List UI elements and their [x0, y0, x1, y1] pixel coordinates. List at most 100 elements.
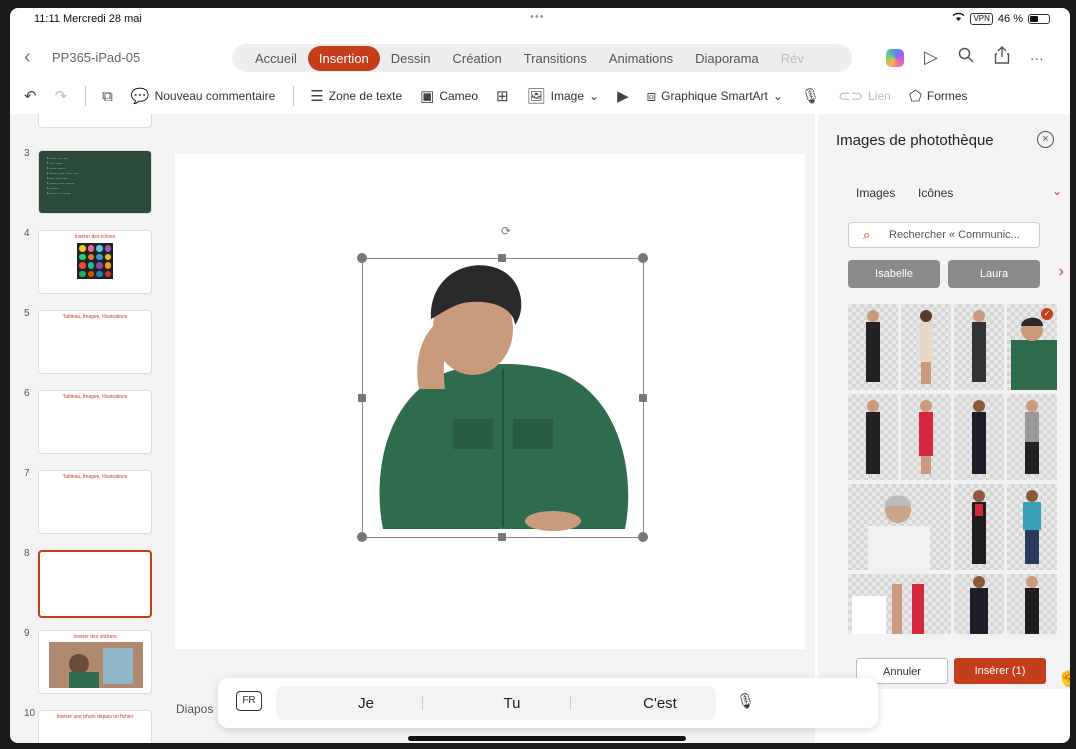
ribbon-tabs: Accueil Insertion Dessin Création Transi…	[232, 44, 852, 72]
image-icon: 🖼	[526, 88, 546, 105]
table-button[interactable]: ⊞	[496, 87, 509, 105]
multitask-dots[interactable]: •••	[530, 11, 545, 23]
table-icon: ⊞	[496, 88, 509, 105]
play-icon[interactable]: ▷	[924, 47, 938, 68]
chevron-down-icon[interactable]: ⌄	[1052, 184, 1062, 198]
stock-image[interactable]	[954, 304, 1004, 390]
suggestion-3[interactable]: C'est	[610, 695, 710, 712]
tab-creation[interactable]: Création	[442, 46, 513, 71]
stock-image[interactable]	[954, 394, 1004, 480]
redo-button[interactable]: ↷	[55, 87, 68, 105]
tab-accueil[interactable]: Accueil	[244, 46, 308, 71]
stock-image[interactable]	[848, 574, 951, 634]
rotate-handle[interactable]: ⟳	[501, 224, 511, 238]
comment-icon: 💬	[130, 88, 150, 105]
panel-title: Images de photothèque	[836, 132, 994, 149]
thumbnail-image-selected[interactable]	[38, 550, 152, 618]
tab-transitions[interactable]: Transitions	[513, 46, 598, 71]
image-button[interactable]: 🖼 Image ⌄	[527, 87, 599, 105]
video-icon: ▶	[617, 88, 629, 105]
resize-handle-top-left[interactable]	[357, 253, 367, 263]
tab-dessin[interactable]: Dessin	[380, 46, 442, 71]
tab-animations[interactable]: Animations	[598, 46, 684, 71]
tab-revision[interactable]: Rév	[770, 46, 815, 71]
cameo-button[interactable]: ▣ Cameo	[420, 87, 478, 105]
smartart-label: Graphique SmartArt	[661, 89, 768, 103]
stock-image[interactable]	[848, 484, 951, 570]
share-icon[interactable]	[994, 46, 1010, 69]
search-input[interactable]: ⌕ Rechercher « Communic...	[848, 222, 1040, 248]
dictation-icon[interactable]: 🎙	[736, 692, 755, 710]
resize-handle-bottom-left[interactable]	[357, 532, 367, 542]
resize-handle-bottom[interactable]	[498, 533, 506, 541]
tab-icons[interactable]: Icônes	[918, 186, 953, 200]
thumbnail-partial[interactable]	[38, 114, 152, 128]
suggestion-2[interactable]: Tu	[462, 695, 562, 712]
back-chevron-icon[interactable]: ‹	[24, 46, 31, 69]
resize-handle-left[interactable]	[358, 394, 366, 402]
document-title[interactable]: PP365-iPad-05	[52, 50, 140, 65]
thumbnail-image[interactable]: Insérer des icônes	[38, 230, 152, 294]
close-icon[interactable]: ×	[1037, 131, 1054, 148]
stock-image[interactable]	[848, 304, 898, 390]
thumbnail-image[interactable]: • ----- ---- --- • ---- ----- • ----- ----…	[38, 150, 152, 214]
search-icon[interactable]	[958, 47, 974, 68]
more-icon[interactable]: ···	[1030, 50, 1044, 66]
category-chip-laura[interactable]: Laura	[948, 260, 1040, 288]
smartart-button[interactable]: ⧈ Graphique SmartArt ⌄	[647, 88, 783, 105]
insert-button[interactable]: Insérer (1)	[954, 658, 1046, 684]
new-slide-icon: ⧉	[102, 87, 113, 105]
textbox-button[interactable]: ☰ Zone de texte	[310, 87, 402, 105]
category-chip-isabelle[interactable]: Isabelle	[848, 260, 940, 288]
stock-image[interactable]	[1007, 574, 1057, 634]
shapes-button[interactable]: ⬠ Formes	[909, 87, 968, 105]
link-button[interactable]: ⊂⊃ Lien	[838, 87, 891, 105]
resize-handle-right[interactable]	[639, 394, 647, 402]
cameo-icon: ▣	[420, 88, 435, 105]
status-right: VPN 46 %	[952, 12, 1050, 25]
copilot-icon[interactable]	[886, 48, 904, 67]
stock-image[interactable]	[848, 394, 898, 480]
thumbnail-image[interactable]: Insérer des stickers	[38, 630, 152, 694]
keyboard-language-button[interactable]: FR	[236, 691, 262, 711]
thumbnail-title: Insérer des icônes	[74, 234, 116, 240]
thumbnail-image[interactable]: Insérer une photo depuis un fichier	[38, 710, 152, 743]
undo-icon: ↶	[24, 88, 37, 105]
resize-handle-top-right[interactable]	[638, 253, 648, 263]
new-comment-button[interactable]: 💬 Nouveau commentaire	[131, 87, 275, 105]
resize-handle-bottom-right[interactable]	[638, 532, 648, 542]
tab-diaporama[interactable]: Diaporama	[684, 46, 770, 71]
video-button[interactable]: ▶	[617, 87, 629, 105]
tab-images[interactable]: Images	[856, 186, 895, 200]
keyboard-suggestion-bar: FR Je Tu C'est 🎙	[218, 678, 878, 728]
home-indicator[interactable]	[408, 736, 686, 741]
thumbnail-title: Insérer des stickers	[73, 634, 117, 640]
stock-image[interactable]	[954, 574, 1004, 634]
thumbnail-image[interactable]: Tableau, Images, Illustrations	[38, 310, 152, 374]
inserted-picture[interactable]	[362, 258, 644, 538]
battery-percent: 46 %	[997, 12, 1023, 25]
suggestion-1[interactable]: Je	[316, 695, 416, 712]
stock-image[interactable]	[954, 484, 1004, 570]
icons-grid-preview	[77, 243, 113, 279]
thumbnail-image[interactable]: Tableau, Images, Illustrations	[38, 390, 152, 454]
dictate-button[interactable]: 🎙	[801, 87, 820, 105]
undo-button[interactable]: ↶	[24, 87, 37, 105]
stock-image[interactable]	[901, 394, 951, 480]
thumbnail-image[interactable]: Tableau, Images, Illustrations	[38, 470, 152, 534]
tab-insertion[interactable]: Insertion	[307, 45, 380, 71]
notes-label[interactable]: Diapos	[176, 702, 213, 716]
thumbnail-title: Tableau, Images, Illustrations	[62, 314, 128, 320]
stock-image-selected[interactable]: ✓	[1007, 304, 1057, 390]
stock-image[interactable]	[1007, 394, 1057, 480]
slide-number: 8	[24, 548, 30, 559]
stock-image[interactable]	[1007, 484, 1057, 570]
link-label: Lien	[868, 89, 891, 103]
chevron-down-icon: ⌄	[589, 89, 600, 103]
chevron-right-icon[interactable]: ›	[1059, 263, 1064, 281]
search-placeholder: Rechercher « Communic...	[889, 229, 1020, 241]
stock-image[interactable]	[901, 304, 951, 390]
new-slide-button[interactable]: ⧉	[102, 88, 113, 105]
resize-handle-top[interactable]	[498, 254, 506, 262]
search-icon: ⌕	[863, 227, 871, 242]
